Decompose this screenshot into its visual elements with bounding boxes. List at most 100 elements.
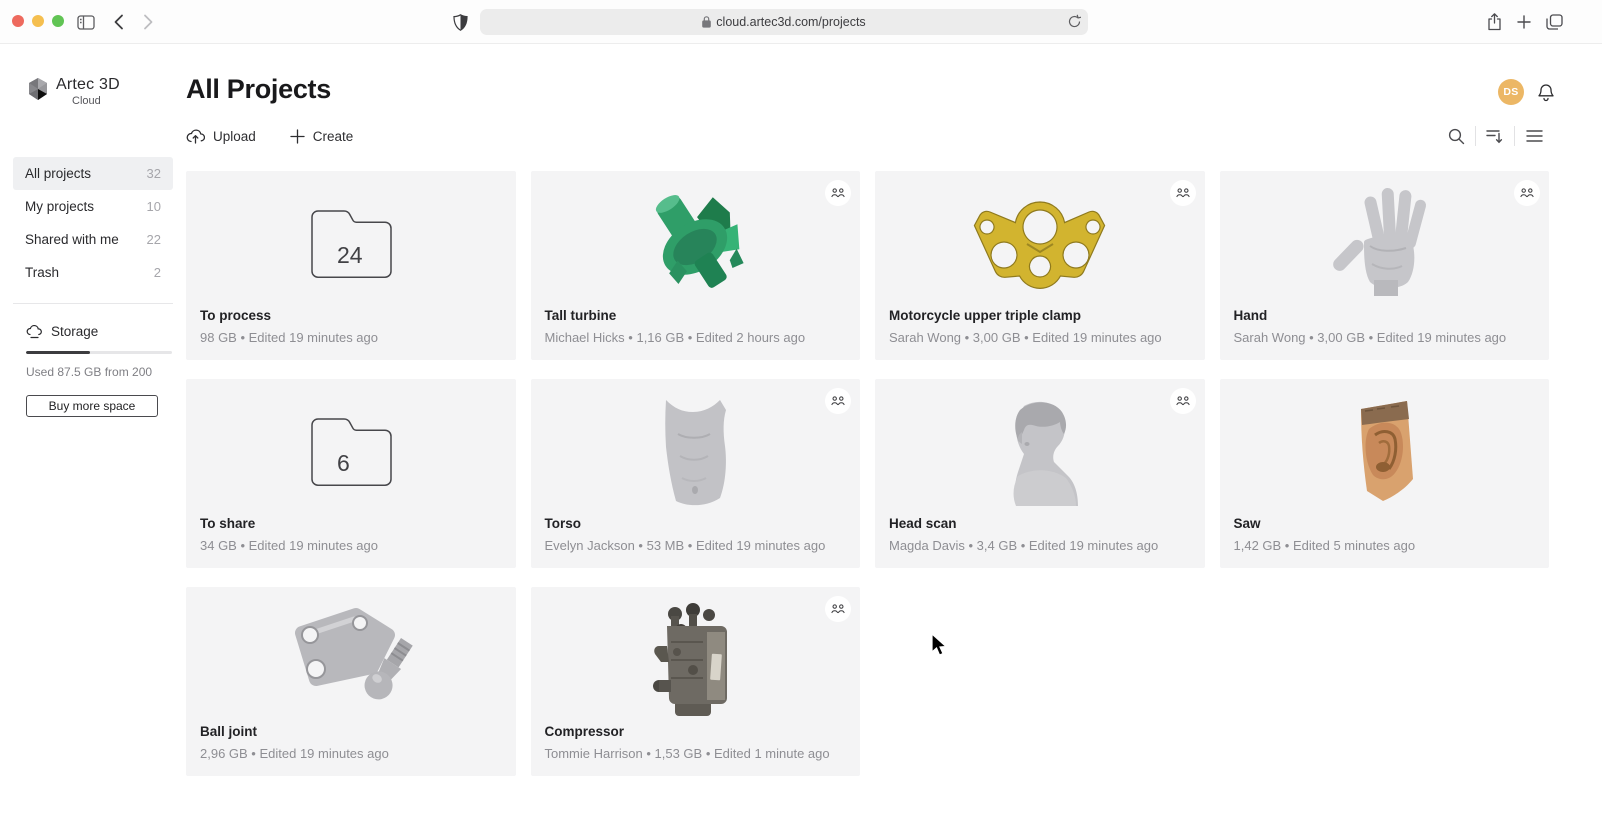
project-title: Head scan (889, 516, 1191, 531)
list-view-icon[interactable] (1519, 129, 1549, 143)
sidebar: Artec 3D Cloud All projects 32 My projec… (0, 44, 186, 831)
nav-label: Shared with me (25, 232, 119, 247)
create-button[interactable]: Create (290, 129, 354, 144)
sidebar-item-my-projects[interactable]: My projects 10 (13, 190, 173, 223)
buy-more-space-button[interactable]: Buy more space (26, 395, 158, 417)
shared-users-badge (825, 596, 851, 622)
project-card-saw[interactable]: Saw 1,42 GB • Edited 5 minutes ago (1220, 379, 1550, 568)
project-title: To share (200, 516, 502, 531)
notifications-bell-icon[interactable] (1537, 83, 1555, 102)
new-tab-plus-icon[interactable] (1512, 10, 1536, 34)
project-title: Hand (1234, 308, 1536, 323)
project-title: Compressor (545, 724, 847, 739)
logo-title: Artec 3D (56, 76, 120, 94)
project-thumbnail-torso (531, 379, 861, 516)
shared-users-icon (1520, 188, 1534, 198)
shared-users-badge (1514, 180, 1540, 206)
search-icon[interactable] (1441, 128, 1471, 145)
reload-icon[interactable] (1068, 14, 1081, 34)
url-text: cloud.artec3d.com/projects (716, 15, 865, 29)
project-meta: Sarah Wong • 3,00 GB • Edited 19 minutes… (1234, 330, 1536, 345)
forward-icon[interactable] (136, 10, 160, 34)
project-thumbnail-compressor (531, 587, 861, 724)
logo-subtitle: Cloud (72, 95, 120, 107)
project-meta: Sarah Wong • 3,00 GB • Edited 19 minutes… (889, 330, 1191, 345)
project-title: Motorcycle upper triple clamp (889, 308, 1191, 323)
share-icon[interactable] (1482, 10, 1506, 34)
folder-count: 6 (337, 450, 350, 476)
zoom-window-button[interactable] (52, 15, 64, 27)
nav-label: My projects (25, 199, 94, 214)
project-thumbnail-turbine (531, 171, 861, 308)
storage-label: Storage (51, 324, 98, 339)
shared-users-badge (825, 180, 851, 206)
sidebar-toggle-icon[interactable] (74, 10, 98, 34)
project-title: Saw (1234, 516, 1536, 531)
project-meta: 34 GB • Edited 19 minutes ago (200, 538, 502, 553)
address-bar[interactable]: cloud.artec3d.com/projects (480, 9, 1088, 35)
project-card-to-process[interactable]: 24 To process 98 GB • Edited 19 minutes … (186, 171, 516, 360)
minimize-window-button[interactable] (32, 15, 44, 27)
project-card-hand[interactable]: Hand Sarah Wong • 3,00 GB • Edited 19 mi… (1220, 171, 1550, 360)
sidebar-nav: All projects 32 My projects 10 Shared wi… (0, 157, 186, 289)
lock-icon (702, 16, 711, 28)
project-title: Tall turbine (545, 308, 847, 323)
nav-label: Trash (25, 265, 59, 280)
project-thumbnail-hand (1220, 171, 1550, 308)
project-card-triple-clamp[interactable]: Motorcycle upper triple clamp Sarah Wong… (875, 171, 1205, 360)
sidebar-item-shared-with-me[interactable]: Shared with me 22 (13, 223, 173, 256)
project-grid: 24 To process 98 GB • Edited 19 minutes … (186, 171, 1549, 776)
storage-used-text: Used 87.5 GB from 200 (26, 365, 160, 379)
project-meta: 2,96 GB • Edited 19 minutes ago (200, 746, 502, 761)
project-card-tall-turbine[interactable]: Tall turbine Michael Hicks • 1,16 GB • E… (531, 171, 861, 360)
project-title: To process (200, 308, 502, 323)
storage-section: Storage Used 87.5 GB from 200 Buy more s… (26, 324, 160, 417)
user-avatar[interactable]: DS (1498, 79, 1524, 105)
project-meta: Magda Davis • 3,4 GB • Edited 19 minutes… (889, 538, 1191, 553)
project-card-compressor[interactable]: Compressor Tommie Harrison • 1,53 GB • E… (531, 587, 861, 776)
upload-cloud-icon (186, 129, 205, 144)
project-title: Ball joint (200, 724, 502, 739)
privacy-shield-icon[interactable] (448, 10, 472, 34)
main-content: All Projects DS Upload (186, 44, 1602, 831)
page-title: All Projects (186, 74, 1602, 105)
project-thumbnail-head (875, 379, 1205, 516)
project-card-torso[interactable]: Torso Evelyn Jackson • 53 MB • Edited 19… (531, 379, 861, 568)
upload-button[interactable]: Upload (186, 129, 256, 144)
cloud-icon (26, 325, 43, 339)
create-label: Create (313, 129, 354, 144)
shared-users-icon (831, 396, 845, 406)
artec-logo: Artec 3D Cloud (26, 76, 186, 107)
nav-label: All projects (25, 166, 91, 181)
sidebar-item-trash[interactable]: Trash 2 (13, 256, 173, 289)
project-thumbnail-ear (1220, 379, 1550, 516)
project-thumbnail-triple-clamp (875, 171, 1205, 308)
project-card-to-share[interactable]: 6 To share 34 GB • Edited 19 minutes ago (186, 379, 516, 568)
shared-users-icon (831, 188, 845, 198)
plus-icon (290, 129, 305, 144)
browser-chrome: cloud.artec3d.com/projects (0, 0, 1602, 44)
toolbar: Upload Create (186, 126, 1549, 146)
project-thumbnail-ball-joint (186, 587, 516, 724)
sort-icon[interactable] (1480, 128, 1510, 144)
project-meta: 98 GB • Edited 19 minutes ago (200, 330, 502, 345)
tab-overview-icon[interactable] (1542, 10, 1566, 34)
storage-progress-bar (26, 351, 172, 354)
project-card-ball-joint[interactable]: Ball joint 2,96 GB • Edited 19 minutes a… (186, 587, 516, 776)
project-card-head-scan[interactable]: Head scan Magda Davis • 3,4 GB • Edited … (875, 379, 1205, 568)
folder-icon: 6 (186, 379, 516, 516)
nav-count: 32 (147, 166, 161, 181)
nav-count: 10 (147, 199, 161, 214)
back-icon[interactable] (107, 10, 131, 34)
project-meta: Tommie Harrison • 1,53 GB • Edited 1 min… (545, 746, 847, 761)
sidebar-item-all-projects[interactable]: All projects 32 (13, 157, 173, 190)
project-meta: Evelyn Jackson • 53 MB • Edited 19 minut… (545, 538, 847, 553)
artec-logo-icon (26, 77, 50, 101)
upload-label: Upload (213, 129, 256, 144)
shared-users-badge (1170, 388, 1196, 414)
project-meta: 1,42 GB • Edited 5 minutes ago (1234, 538, 1536, 553)
shared-users-icon (831, 604, 845, 614)
close-window-button[interactable] (12, 15, 24, 27)
storage-progress-fill (26, 351, 90, 354)
nav-count: 22 (147, 232, 161, 247)
